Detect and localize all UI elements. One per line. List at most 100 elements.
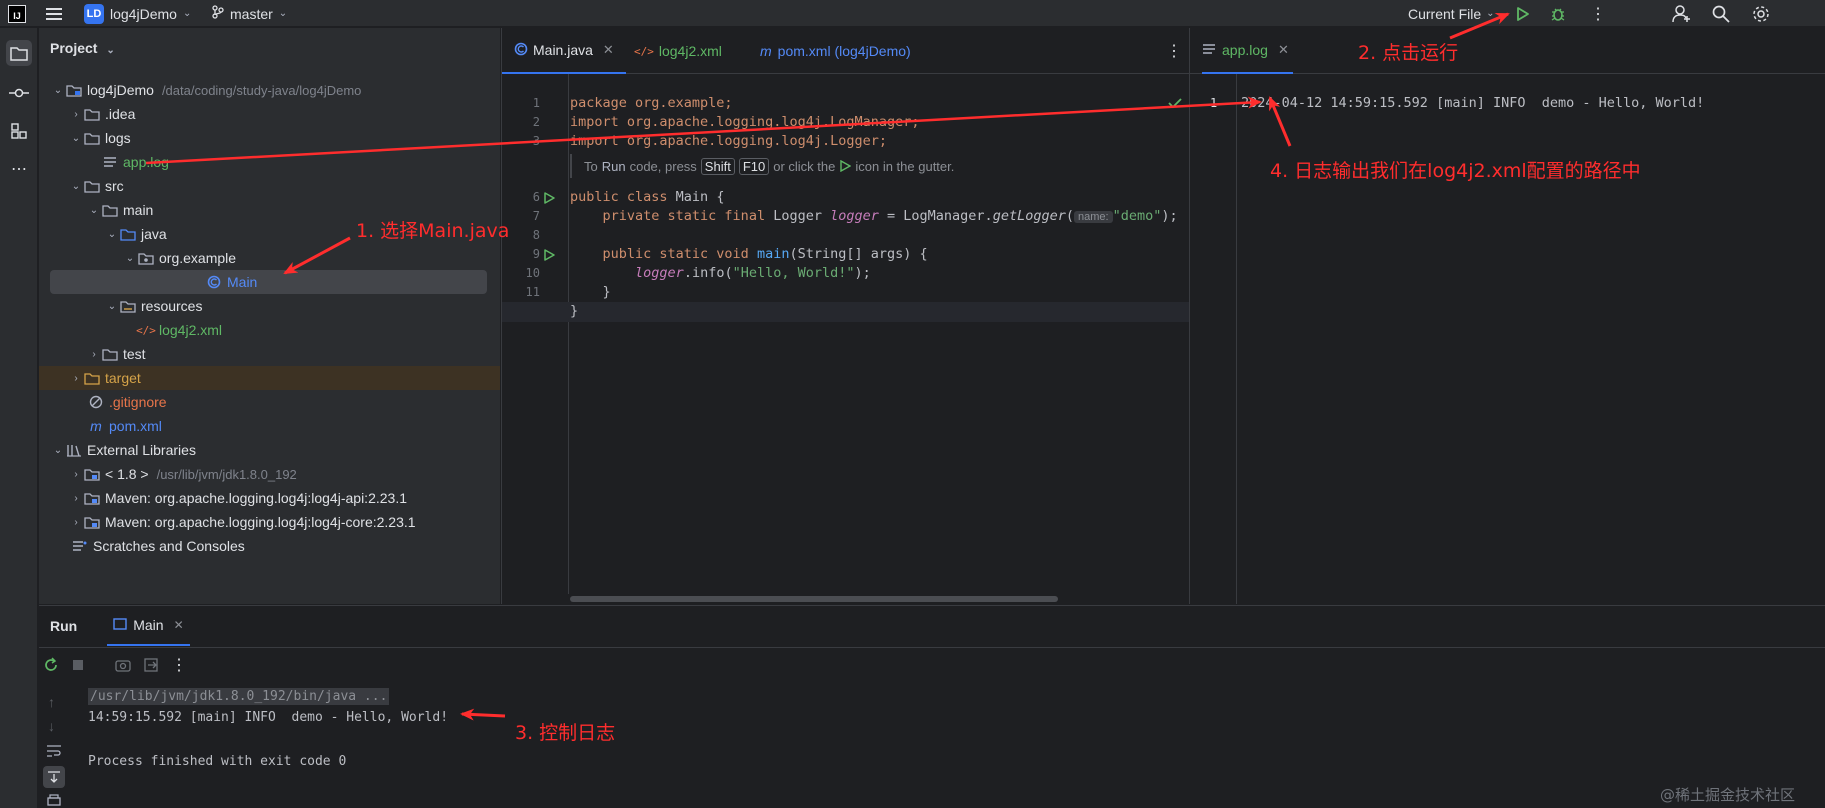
tree-node-log4j-core[interactable]: › Maven: org.apache.logging.log4j:log4j-… (39, 510, 500, 534)
package-icon (137, 251, 155, 265)
tree-node-gitignore[interactable]: .gitignore (39, 390, 500, 414)
tree-node-main-class-selected[interactable]: Main (50, 270, 487, 294)
tree-node-pom-xml[interactable]: m pom.xml (39, 414, 500, 438)
run-config-selector[interactable]: Current File ⌄ (1408, 0, 1495, 27)
chevron-right-icon: › (74, 468, 78, 480)
search-icon[interactable] (1712, 0, 1730, 27)
tree-node-target[interactable]: › target (39, 366, 500, 390)
run-button[interactable] (1514, 0, 1530, 27)
folder-icon (83, 107, 101, 121)
tip-text: or click the (773, 158, 836, 174)
arrow-down-icon[interactable]: ↓ (48, 718, 55, 734)
title-bar: IJ LD log4jDemo ⌄ master ⌄ Current File … (0, 0, 1825, 27)
vcs-branch-switcher[interactable]: master ⌄ (212, 0, 287, 27)
ignore-file-icon (87, 395, 105, 409)
camera-icon[interactable] (115, 658, 131, 672)
commit-icon[interactable] (6, 80, 32, 106)
tree-node-org-example[interactable]: ⌄ org.example (39, 246, 500, 270)
tree-label: test (123, 346, 146, 362)
run-tab-main[interactable]: Main ✕ (107, 606, 190, 646)
tree-label: app.log (123, 154, 169, 170)
annotation-4: 4. 日志输出我们在log4j2.xml配置的路径中 (1270, 160, 1641, 182)
code-line-7: private static final Logger logger = Log… (602, 208, 1178, 224)
jar-library-icon (83, 491, 101, 505)
jdk-icon (83, 467, 101, 481)
tree-label: .idea (105, 106, 136, 122)
project-switcher[interactable]: LD log4jDemo ⌄ (84, 0, 191, 27)
scroll-to-end-icon[interactable] (43, 766, 65, 788)
tree-node-log4j-api[interactable]: › Maven: org.apache.logging.log4j:log4j-… (39, 486, 500, 510)
gear-icon[interactable] (1752, 0, 1770, 27)
project-panel-header[interactable]: Project ⌄ (50, 40, 115, 56)
tree-node-resources[interactable]: ⌄ resources (39, 294, 500, 318)
tree-label: < 1.8 > (105, 466, 149, 482)
soft-wrap-icon[interactable] (46, 744, 62, 758)
tree-label: log4j2.xml (159, 322, 223, 338)
maven-icon: m (90, 418, 102, 434)
close-icon[interactable]: ✕ (174, 618, 184, 632)
tree-label: java (141, 226, 167, 242)
scratches-icon (71, 539, 89, 553)
tab-label: pom.xml (log4jDemo) (777, 43, 911, 59)
tab-pom-xml[interactable]: m pom.xml (log4jDemo) (760, 28, 911, 74)
more-actions-icon[interactable]: ⋮ (171, 655, 187, 675)
tab-app-log[interactable]: app.log ✕ (1202, 28, 1293, 74)
tree-node-idea[interactable]: › .idea (39, 102, 500, 126)
stop-icon[interactable] (71, 658, 85, 672)
exit-icon[interactable] (143, 657, 159, 673)
tree-label: target (105, 370, 141, 386)
folder-icon (101, 203, 119, 217)
tree-label: Main (227, 274, 258, 290)
chevron-right-icon: › (74, 372, 78, 384)
code-line-3: import org.apache.logging.log4j.Logger; (570, 133, 887, 149)
more-actions-icon[interactable]: ⋮ (1590, 0, 1606, 27)
chevron-down-icon: ⌄ (182, 8, 192, 19)
run-title: Run (50, 618, 78, 634)
tree-node-scratches[interactable]: Scratches and Consoles (39, 534, 500, 558)
close-icon[interactable]: ✕ (603, 42, 614, 58)
run-toolbar: ⋮ (39, 648, 1825, 682)
chevron-right-icon: › (74, 492, 78, 504)
tree-node-src[interactable]: ⌄ src (39, 174, 500, 198)
excluded-folder-icon (83, 371, 101, 385)
log-line[interactable]: 2024-04-12 14:59:15.592 [main] INFO demo… (1241, 95, 1704, 111)
param-hint: name: (1073, 211, 1113, 223)
tree-node-app-log[interactable]: app.log (39, 150, 500, 174)
log-tabs: app.log ✕ (1190, 28, 1825, 74)
horizontal-scrollbar[interactable] (570, 596, 1058, 602)
branch-name: master (230, 5, 273, 22)
tree-node-test[interactable]: › test (39, 342, 500, 366)
tree-node-jdk[interactable]: › < 1.8 > /usr/lib/jvm/jdk1.8.0_192 (39, 462, 500, 486)
more-tabs-icon[interactable]: ⋮ (1166, 28, 1182, 74)
tree-node-log4j2-xml[interactable]: </> log4j2.xml (39, 318, 500, 342)
tree-node-root[interactable]: ⌄ log4jDemo /data/coding/study-java/log4… (39, 78, 500, 102)
structure-icon[interactable] (6, 118, 32, 144)
code-editor: Main.java ✕ </> log4j2.xml m pom.xml (lo… (501, 28, 1190, 604)
chevron-down-icon: ⌄ (53, 84, 63, 96)
tip-run-link[interactable]: Run (602, 159, 626, 174)
code-area[interactable]: package org.example; import org.apache.l… (502, 74, 1190, 564)
arrow-up-icon[interactable]: ↑ (48, 694, 55, 710)
folder-icon (83, 131, 101, 145)
console-icon (113, 617, 127, 633)
console-side-toolbar: ↑ ↓ (39, 686, 69, 806)
add-user-icon[interactable] (1672, 0, 1692, 27)
more-tools-icon[interactable]: ⋯ (6, 156, 32, 182)
run-tip: To Run code, press Shift F10 or click th… (570, 154, 1170, 178)
debug-button[interactable] (1550, 0, 1566, 27)
console-output-line[interactable]: 14:59:15.592 [main] INFO demo - Hello, W… (88, 710, 448, 725)
close-icon[interactable]: ✕ (1278, 42, 1289, 58)
rerun-icon[interactable] (43, 657, 59, 673)
console-command-line[interactable]: /usr/lib/jvm/jdk1.8.0_192/bin/java ... (88, 688, 390, 705)
tab-main-java[interactable]: Main.java ✕ (502, 28, 626, 74)
chevron-down-icon: ⌄ (53, 444, 63, 456)
print-icon[interactable] (46, 794, 62, 806)
tree-node-logs[interactable]: ⌄ logs (39, 126, 500, 150)
main-menu-icon[interactable] (46, 0, 64, 27)
code-line-9: public static void main(String[] args) { (602, 246, 928, 262)
module-folder-icon (65, 83, 83, 97)
tab-log4j2-xml[interactable]: </> log4j2.xml (634, 28, 722, 74)
project-folder-icon[interactable] (6, 40, 32, 66)
project-name: log4jDemo (110, 5, 177, 22)
tree-node-external-libraries[interactable]: ⌄ External Libraries (39, 438, 500, 462)
